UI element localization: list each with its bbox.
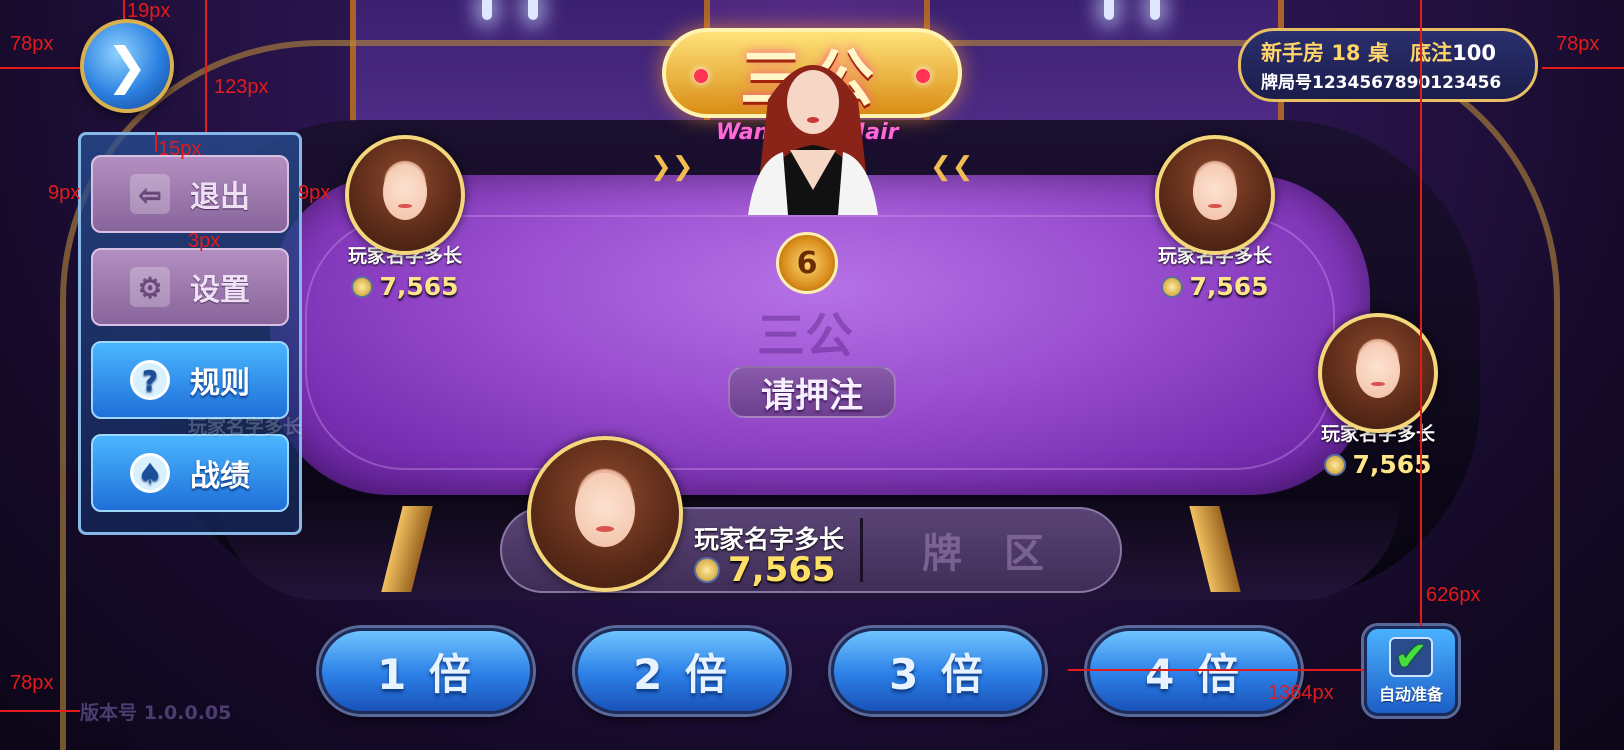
rules-label: 规则	[190, 366, 250, 401]
chevron-right-icon: ❯❯	[650, 152, 694, 182]
checkmark-icon: ✔	[1389, 637, 1433, 677]
annotation-label: 9px	[298, 182, 331, 204]
annotation-line	[1542, 67, 1624, 69]
annotation-line	[0, 67, 80, 69]
coin-icon	[694, 557, 720, 583]
exit-button[interactable]: ⇦ 退出	[91, 155, 289, 233]
round-info-row: 牌局号1234567890123456	[1261, 68, 1515, 93]
question-icon: ?	[130, 360, 170, 400]
self-avatar-frame[interactable]	[527, 436, 683, 592]
table-unit: 桌	[1367, 41, 1389, 65]
version-label: 版本号 1.0.0.05	[80, 702, 232, 724]
base-bet-label: 底注	[1410, 41, 1453, 65]
ceiling-spotlight	[1150, 0, 1160, 20]
auto-ready-label: 自动准备	[1378, 685, 1443, 704]
annotation-label: 1364px	[1268, 682, 1334, 704]
settings-label: 设置	[190, 273, 250, 308]
annotation-line	[1420, 0, 1422, 626]
avatar	[1155, 135, 1275, 255]
annotation-label: 9px	[48, 182, 81, 204]
ceiling-spotlight	[1104, 0, 1114, 20]
bet-prompt-banner: 请押注	[728, 366, 896, 418]
player-coins: 7,565	[1145, 272, 1285, 301]
round-label: 牌局号	[1261, 73, 1312, 93]
player-coins: 7,565	[335, 272, 475, 301]
coin-amount: 7,565	[728, 550, 836, 590]
rules-button[interactable]: ? 规则	[91, 341, 289, 419]
exit-icon: ⇦	[130, 174, 170, 214]
annotation-label: 123px	[214, 76, 269, 98]
annotation-label: 19px	[127, 0, 171, 22]
annotation-line	[205, 0, 207, 132]
table-watermark: 三公	[756, 308, 853, 364]
player-seat-left-hidden: 玩家名字多长	[180, 410, 310, 439]
exit-label: 退出	[190, 180, 250, 215]
side-menu-panel: ⇦ 退出 ⚙ 设置 ? 规则 ♠ 战绩	[78, 132, 302, 535]
gear-icon: ⚙	[130, 267, 170, 307]
plate-divider	[860, 518, 863, 582]
annotation-label: 78px	[1556, 33, 1600, 55]
logo-light-icon	[916, 69, 930, 83]
bet-2x-button[interactable]: 2 倍	[575, 628, 789, 714]
annotation-label: 3px	[188, 230, 221, 252]
auto-ready-toggle[interactable]: ✔ 自动准备	[1364, 626, 1458, 716]
records-button[interactable]: ♠ 战绩	[91, 434, 289, 512]
card-zone: 牌 区	[922, 531, 1058, 577]
dealer-avatar	[748, 65, 878, 215]
settings-button[interactable]: ⚙ 设置	[91, 248, 289, 326]
medal-icon: ♠	[130, 453, 170, 493]
avatar	[345, 135, 465, 255]
room-type: 新手房	[1261, 41, 1324, 65]
annotation-label: 15px	[158, 138, 202, 160]
annotation-line	[155, 132, 157, 152]
table-number: 18	[1331, 41, 1361, 65]
coin-icon	[351, 275, 374, 298]
annotation-label: 626px	[1426, 584, 1481, 606]
avatar	[527, 436, 683, 592]
bet-3x-button[interactable]: 3 倍	[831, 628, 1045, 714]
coin-amount: 7,565	[379, 272, 459, 301]
ceiling-spotlight	[528, 0, 538, 20]
records-label: 战绩	[190, 459, 250, 494]
annotation-line	[0, 710, 80, 712]
round-id: 1234567890123456	[1312, 73, 1502, 93]
chevron-right-icon: ❯	[106, 37, 148, 95]
coin-icon	[1324, 453, 1347, 476]
player-coins: 7,565	[1308, 450, 1448, 479]
coin-icon	[1161, 275, 1184, 298]
bet-1x-button[interactable]: 1 倍	[319, 628, 533, 714]
coin-amount: 7,565	[1189, 272, 1269, 301]
annotation-label: 78px	[10, 33, 54, 55]
room-info-plate: 新手房 18 桌 底注100 牌局号1234567890123456	[1238, 28, 1538, 102]
countdown-timer: 6	[776, 232, 838, 294]
logo-light-icon	[694, 69, 708, 83]
chevron-left-icon: ❮❮	[930, 152, 974, 182]
self-player-coins: 7,565	[694, 550, 836, 590]
base-bet-value: 100	[1452, 41, 1497, 65]
room-info-row: 新手房 18 桌 底注100	[1261, 37, 1515, 67]
ceiling-spotlight	[482, 0, 492, 20]
annotation-line	[123, 0, 125, 19]
menu-toggle-button[interactable]: ❯	[80, 19, 174, 113]
annotation-label: 78px	[10, 672, 54, 694]
player-seat-right[interactable]: 玩家名字多长 7,565	[1308, 313, 1448, 479]
player-seat-top-right[interactable]: 玩家名字多长 7,565	[1145, 135, 1285, 301]
player-name: 玩家名字多长	[187, 416, 302, 438]
annotation-line	[1068, 669, 1364, 671]
player-seat-top-left[interactable]: 玩家名字多长 7,565	[335, 135, 475, 301]
